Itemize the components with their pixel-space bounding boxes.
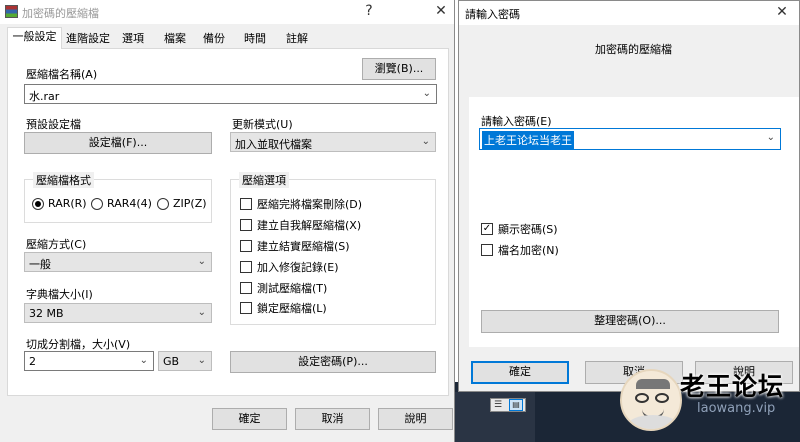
chevron-down-icon: ⌄ (421, 136, 430, 147)
option-label: 壓縮完將檔案刪除(D) (257, 198, 363, 211)
option-label: 鎖定壓縮檔(L) (257, 302, 327, 315)
split-size-value: 2 (29, 355, 36, 368)
dictionary-size-label: 字典檔大小(I) (26, 288, 93, 301)
split-unit-select[interactable]: GB ⌄ (158, 351, 212, 371)
archive-format-title: 壓縮檔格式 (33, 172, 94, 188)
profiles-button[interactable]: 設定檔(F)... (24, 132, 212, 154)
close-icon[interactable]: ✕ (765, 1, 799, 25)
radio-icon (157, 197, 169, 210)
tab-time[interactable]: 時間 (237, 29, 273, 48)
chevron-down-icon: ⌄ (197, 355, 206, 366)
option-test[interactable]: 測試壓縮檔(T) (240, 280, 327, 296)
archive-name-value: 水.rar (29, 90, 60, 103)
chevron-down-icon: ⌄ (197, 256, 206, 267)
chevron-down-icon: ⌄ (422, 88, 431, 99)
option-solid[interactable]: 建立結實壓縮檔(S) (240, 238, 350, 254)
checkbox-icon (240, 282, 252, 294)
update-mode-select[interactable]: 加入並取代檔案 ⌄ (230, 132, 436, 152)
view-icons: ☰ ▤ (490, 398, 526, 412)
organize-passwords-button[interactable]: 整理密碼(O)... (481, 310, 779, 333)
browse-button[interactable]: 瀏覽(B)... (362, 58, 436, 80)
archive-dialog-title: 加密碼的壓縮檔 (22, 7, 99, 20)
encrypt-filenames-checkbox[interactable]: 檔名加密(N) (481, 242, 559, 258)
password-label: 請輸入密碼(E) (481, 115, 552, 128)
option-label: 建立自我解壓縮檔(X) (257, 219, 362, 232)
checkbox-icon (240, 261, 252, 273)
chevron-down-icon: ⌄ (197, 307, 206, 318)
archive-dialog-titlebar: 加密碼的壓縮檔 ? ✕ (0, 0, 454, 24)
password-input[interactable]: 上老王论坛当老王 ⌄ (479, 128, 781, 150)
option-label: 測試壓縮檔(T) (257, 282, 328, 295)
archive-name-label: 壓縮檔名稱(A) (26, 68, 98, 81)
checkbox-icon (240, 198, 252, 210)
show-password-label: 顯示密碼(S) (498, 223, 558, 236)
tab-general[interactable]: 一般設定 (7, 27, 62, 49)
tab-files[interactable]: 檔案 (157, 29, 193, 48)
list-view-icon[interactable]: ☰ (494, 400, 502, 410)
default-profile-label: 預設設定檔 (26, 118, 81, 131)
help-titlebar-icon[interactable]: ? (352, 0, 386, 24)
update-mode-label: 更新模式(U) (232, 118, 293, 131)
option-recovery[interactable]: 加入修復記錄(E) (240, 259, 339, 275)
password-dialog-titlebar: 請輸入密碼 ✕ (459, 1, 799, 25)
radio-selected-icon (32, 197, 44, 210)
set-password-button[interactable]: 設定密碼(P)... (230, 351, 436, 373)
checkmark-icon: ✓ (481, 223, 493, 235)
archive-name-field[interactable]: 水.rar ⌄ (24, 84, 437, 104)
option-label: 加入修復記錄(E) (257, 261, 339, 274)
format-rar-label: RAR(R) (48, 197, 87, 210)
split-volume-label: 切成分割檔，大小(V) (26, 338, 131, 351)
chevron-down-icon: ⌄ (766, 132, 775, 143)
format-zip-label: ZIP(Z) (173, 197, 207, 210)
watermark-avatar (620, 369, 682, 431)
checkbox-icon (240, 219, 252, 231)
option-sfx[interactable]: 建立自我解壓縮檔(X) (240, 217, 361, 233)
cancel-button[interactable]: 取消 (295, 408, 370, 430)
winrar-app-icon (5, 5, 18, 18)
tab-comment[interactable]: 註解 (279, 29, 315, 48)
radio-icon (91, 197, 103, 210)
update-mode-value: 加入並取代檔案 (235, 138, 312, 151)
compression-method-value: 一般 (29, 258, 51, 271)
checkbox-icon (240, 302, 252, 314)
password-dialog: 請輸入密碼 ✕ 加密碼的壓縮檔 請輸入密碼(E) 上老王论坛当老王 ⌄ ✓ 顯示… (458, 0, 800, 392)
option-label: 建立結實壓縮檔(S) (257, 240, 350, 253)
watermark-url: laowang.vip (697, 401, 776, 416)
format-rar4-label: RAR4(4) (107, 197, 152, 210)
format-rar-radio[interactable]: RAR(R) (32, 197, 87, 210)
encrypt-filenames-label: 檔名加密(N) (498, 244, 559, 257)
dictionary-size-select[interactable]: 32 MB ⌄ (24, 303, 212, 323)
password-dialog-title: 請輸入密碼 (465, 8, 520, 21)
checkbox-icon (481, 244, 493, 256)
dictionary-size-value: 32 MB (29, 307, 64, 320)
ok-button[interactable]: 確定 (471, 361, 569, 384)
close-icon[interactable]: ✕ (424, 0, 458, 24)
checkbox-icon (240, 240, 252, 252)
password-value: 上老王论坛当老王 (482, 131, 574, 149)
option-lock[interactable]: 鎖定壓縮檔(L) (240, 300, 327, 316)
archive-options-title: 壓縮選項 (239, 172, 289, 188)
ok-button[interactable]: 確定 (212, 408, 287, 430)
split-unit-value: GB (163, 355, 180, 368)
watermark-text: 老王论坛 (680, 372, 785, 401)
tab-advanced[interactable]: 進階設定 (62, 29, 114, 48)
chevron-down-icon: ⌄ (139, 355, 148, 366)
tab-backup[interactable]: 備份 (196, 29, 232, 48)
option-delete-files[interactable]: 壓縮完將檔案刪除(D) (240, 196, 362, 212)
format-zip-radio[interactable]: ZIP(Z) (157, 197, 207, 210)
compression-method-select[interactable]: 一般 ⌄ (24, 252, 212, 272)
format-rar4-radio[interactable]: RAR4(4) (91, 197, 152, 210)
archive-dialog: 加密碼的壓縮檔 ? ✕ 一般設定 進階設定 選項 檔案 備份 時間 註解 壓縮檔… (0, 0, 455, 442)
watermark: 老王论坛 laowang.vip (605, 355, 800, 442)
show-password-checkbox[interactable]: ✓ 顯示密碼(S) (481, 221, 558, 237)
help-button[interactable]: 說明 (378, 408, 453, 430)
compression-method-label: 壓縮方式(C) (26, 238, 87, 251)
tab-options[interactable]: 選項 (114, 29, 152, 48)
password-dialog-subtitle: 加密碼的壓縮檔 (595, 43, 672, 56)
detail-view-icon[interactable]: ▤ (509, 399, 523, 411)
split-size-field[interactable]: 2 ⌄ (24, 351, 154, 371)
